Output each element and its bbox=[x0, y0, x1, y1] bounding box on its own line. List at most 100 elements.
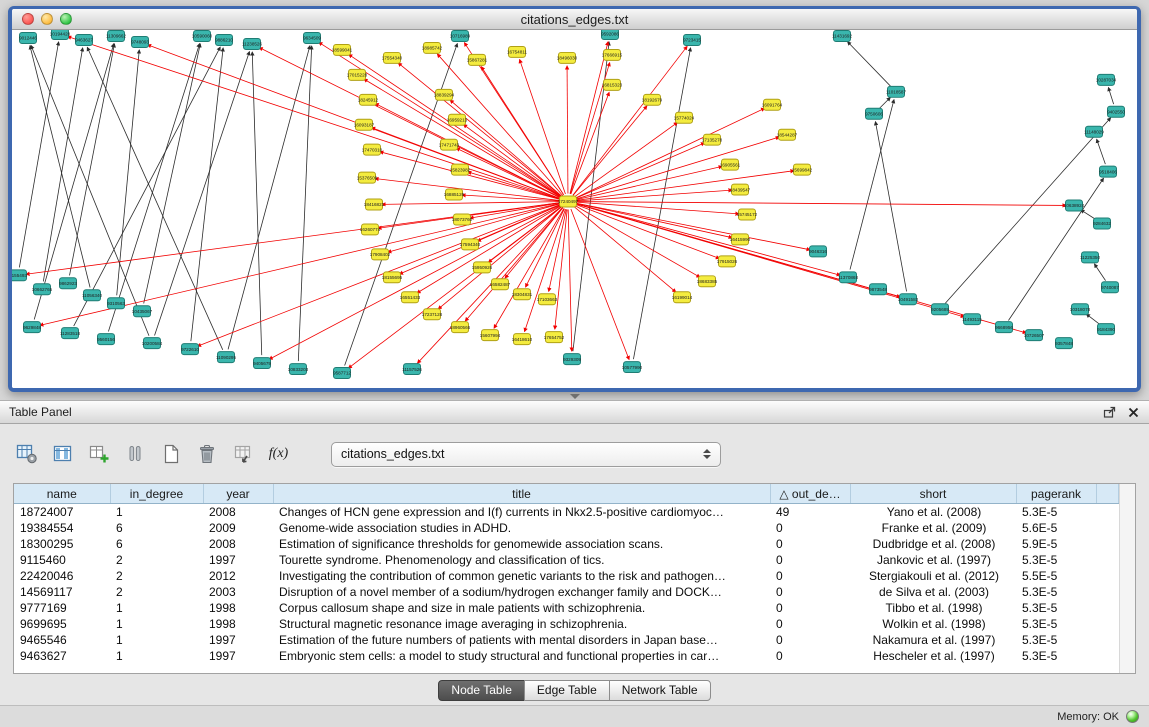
cell-short[interactable]: Jankovic et al. (1997) bbox=[850, 552, 1016, 568]
graph-node[interactable]: 11148029 bbox=[1084, 126, 1104, 137]
citation-network-graph[interactable]: 1724049718599041170152281824591216093187… bbox=[12, 30, 1137, 388]
row-options-button[interactable] bbox=[121, 441, 148, 468]
citation-edge-red[interactable] bbox=[571, 92, 609, 194]
column-header-short[interactable]: short bbox=[850, 484, 1016, 504]
graph-node[interactable]: 17470310 bbox=[362, 144, 383, 155]
graph-node[interactable]: 18960566 bbox=[450, 322, 471, 333]
graph-node[interactable]: 9634509 bbox=[303, 32, 321, 43]
function-builder-button[interactable]: f(x) bbox=[265, 441, 292, 468]
graph-node[interactable]: 10194428 bbox=[50, 30, 71, 39]
citation-edge-red[interactable] bbox=[382, 202, 560, 205]
citation-edge[interactable] bbox=[633, 48, 690, 359]
citation-edge[interactable] bbox=[880, 97, 891, 108]
graph-node[interactable]: 10318078 bbox=[1070, 304, 1091, 315]
cell-pagerank[interactable]: 5.6E-5 bbox=[1016, 520, 1096, 536]
cell-short[interactable]: Stergiakouli et al. (2012) bbox=[850, 568, 1016, 584]
citation-edge[interactable] bbox=[1108, 87, 1113, 104]
graph-node[interactable]: 9329309 bbox=[563, 354, 581, 365]
table-row[interactable]: 946554611997Estimation of the future num… bbox=[14, 632, 1119, 648]
hub-node[interactable]: 17240497 bbox=[558, 196, 579, 207]
graph-node[interactable]: 16754811 bbox=[507, 46, 528, 57]
citation-edge[interactable] bbox=[74, 47, 221, 326]
graph-node[interactable]: 16415990 bbox=[730, 234, 751, 245]
cell-in-degree[interactable]: 2 bbox=[110, 552, 203, 568]
cell-year[interactable]: 2008 bbox=[203, 536, 273, 552]
graph-node[interactable]: 15376509 bbox=[357, 172, 378, 183]
graph-node[interactable]: 10491583 bbox=[898, 294, 919, 305]
graph-node[interactable]: 15867281 bbox=[467, 54, 488, 65]
citation-edge-red[interactable] bbox=[525, 209, 566, 331]
graph-node[interactable]: 9723415 bbox=[683, 34, 701, 45]
graph-node[interactable]: 9748093 bbox=[131, 36, 149, 47]
cell-name[interactable]: 9777169 bbox=[14, 600, 110, 616]
graph-node[interactable]: 11238526 bbox=[242, 38, 263, 49]
citation-edge[interactable] bbox=[155, 52, 250, 336]
citation-edge-red[interactable] bbox=[463, 124, 561, 196]
column-header-name[interactable]: name bbox=[14, 484, 110, 504]
cell-title[interactable]: Genome-wide association studies in ADHD. bbox=[273, 520, 770, 536]
graph-node[interactable]: 9560156 bbox=[97, 334, 115, 345]
citation-edge[interactable] bbox=[191, 48, 223, 341]
cell-short[interactable]: Wolkin et al. (1998) bbox=[850, 616, 1016, 632]
cell-year[interactable]: 1998 bbox=[203, 600, 273, 616]
citation-edge[interactable] bbox=[1097, 139, 1106, 164]
cell-in-degree[interactable]: 6 bbox=[110, 536, 203, 552]
citation-edge[interactable] bbox=[1094, 264, 1105, 281]
graph-node[interactable]: 10662765 bbox=[32, 284, 53, 295]
cell-name[interactable]: 14569117 bbox=[14, 584, 110, 600]
graph-node[interactable]: 10577990 bbox=[622, 362, 643, 373]
graph-node[interactable]: 11056340 bbox=[82, 290, 103, 301]
graph-node[interactable]: 15745172 bbox=[737, 209, 758, 220]
cell-pagerank[interactable]: 5.3E-5 bbox=[1016, 600, 1096, 616]
column-header-title[interactable]: title bbox=[273, 484, 770, 504]
graph-node[interactable]: 10638924 bbox=[1064, 200, 1085, 211]
graph-node[interactable]: 15607994 bbox=[480, 330, 501, 341]
cell-name[interactable]: 22420046 bbox=[14, 568, 110, 584]
table-row[interactable]: 1830029562008Estimation of significance … bbox=[14, 536, 1119, 552]
graph-node[interactable]: 17666915 bbox=[602, 49, 623, 60]
close-panel-button[interactable] bbox=[1127, 406, 1140, 419]
cell-title[interactable]: Structural magnetic resonance image aver… bbox=[273, 616, 770, 632]
maximize-window-button[interactable] bbox=[60, 13, 72, 25]
graph-node[interactable]: 16905561 bbox=[720, 159, 741, 170]
cell-title[interactable]: Corpus callosum shape and size in male p… bbox=[273, 600, 770, 616]
cell-name[interactable]: 19384554 bbox=[14, 520, 110, 536]
citation-edge-red[interactable] bbox=[259, 48, 561, 198]
column-header-pagerank[interactable]: pagerank bbox=[1016, 484, 1096, 504]
graph-node[interactable]: 9587712 bbox=[333, 368, 351, 379]
graph-node[interactable]: 18839294 bbox=[434, 89, 455, 100]
table-row[interactable]: 2242004622012Investigating the contribut… bbox=[14, 568, 1119, 584]
graph-node[interactable]: 11283518 bbox=[60, 328, 81, 339]
panel-splitter[interactable] bbox=[0, 392, 1149, 400]
citation-edge[interactable] bbox=[1086, 314, 1099, 324]
column-management-button[interactable] bbox=[13, 441, 40, 468]
citation-edge-red[interactable] bbox=[319, 42, 562, 197]
cell-year[interactable]: 2009 bbox=[203, 520, 273, 536]
graph-node[interactable]: 15699842 bbox=[792, 164, 813, 175]
network-window-titlebar[interactable]: citations_edges.txt bbox=[12, 9, 1137, 30]
cell-short[interactable]: Yano et al. (2008) bbox=[850, 504, 1016, 521]
graph-node[interactable]: 10716989 bbox=[450, 30, 471, 41]
citation-edge[interactable] bbox=[108, 44, 199, 332]
citation-edge-red[interactable] bbox=[398, 63, 562, 196]
citation-edge[interactable] bbox=[1081, 210, 1096, 219]
citation-edge-red[interactable] bbox=[568, 209, 572, 351]
cell-in-degree[interactable]: 1 bbox=[110, 648, 203, 664]
cell-title[interactable]: Estimation of significance thresholds fo… bbox=[273, 536, 770, 552]
graph-node[interactable]: 9463627 bbox=[75, 34, 93, 45]
import-table-button[interactable] bbox=[229, 441, 256, 468]
graph-node[interactable]: 17594340 bbox=[460, 239, 481, 250]
table-row[interactable]: 1456911722003Disruption of a novel membe… bbox=[14, 584, 1119, 600]
float-panel-button[interactable] bbox=[1102, 405, 1117, 420]
cell-name[interactable]: 18724007 bbox=[14, 504, 110, 521]
graph-node[interactable]: 11370868 bbox=[838, 272, 859, 283]
cell-pagerank[interactable]: 5.9E-5 bbox=[1016, 536, 1096, 552]
citation-edge-red[interactable] bbox=[574, 122, 677, 196]
citation-edge-red[interactable] bbox=[570, 42, 608, 194]
graph-node[interactable]: 10287034 bbox=[1096, 74, 1117, 85]
graph-node[interactable]: 11157526 bbox=[402, 364, 422, 375]
graph-node[interactable]: 9184390 bbox=[1097, 324, 1115, 335]
citation-edge-red[interactable] bbox=[575, 143, 704, 199]
cell-in-degree[interactable]: 6 bbox=[110, 520, 203, 536]
graph-node[interactable]: 9518406 bbox=[1099, 166, 1117, 177]
